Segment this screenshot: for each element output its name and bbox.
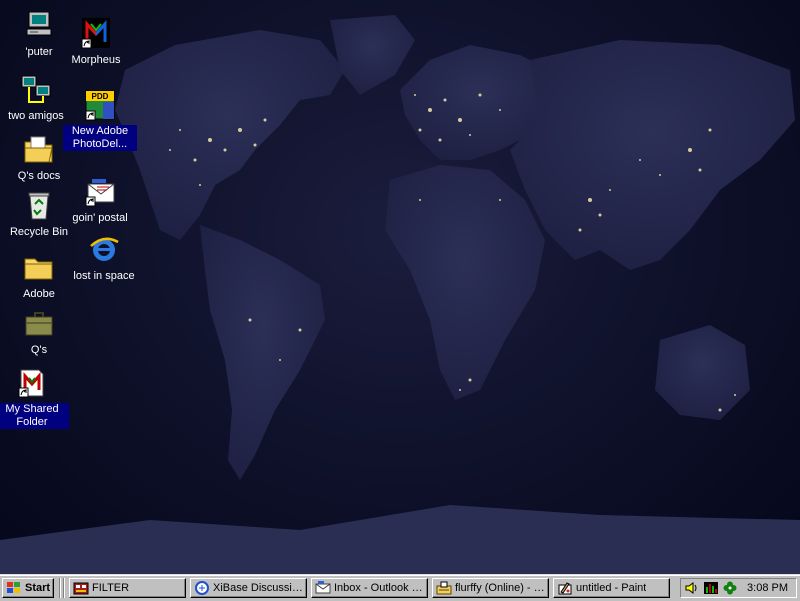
desktop-icon-label: 'puter: [25, 46, 53, 58]
internet-explorer-icon: [87, 232, 121, 266]
desktop-icon-label: My Shared Folder: [0, 403, 69, 429]
task-button-messenger[interactable]: flurffy (Online) - M...: [432, 578, 549, 598]
task-button-inbox-outlook[interactable]: Inbox - Outlook E...: [311, 578, 428, 598]
taskbar: Start FILTER XiBase Discussio... Inbox -…: [0, 574, 800, 601]
task-button-filter[interactable]: FILTER: [69, 578, 186, 598]
desktop-icon-label: Adobe: [23, 288, 55, 300]
taskbar-separator: [59, 578, 61, 598]
desktop-icon-label: lost in space: [73, 270, 135, 282]
clock[interactable]: 3:08 PM: [747, 582, 788, 594]
antarctica-landmass: [0, 505, 800, 574]
desktop-icon-label: two amigos: [8, 110, 64, 122]
desktop-icon-label: goin' postal: [72, 212, 128, 224]
desktop-icon-my-shared-folder[interactable]: My Shared Folder: [0, 366, 69, 430]
folder-documents-icon: [22, 132, 56, 166]
south-america-landmass: [200, 225, 325, 480]
desktop-icon-lost-in-space[interactable]: lost in space: [67, 232, 141, 284]
task-label: XiBase Discussio...: [213, 582, 306, 594]
network-activity-icon[interactable]: [703, 580, 719, 596]
filter-app-icon: [73, 580, 89, 596]
network-neighborhood-icon: [19, 72, 53, 106]
folder-icon: [22, 250, 56, 284]
outlook-inbox-icon: [315, 580, 331, 596]
xibase-icon: [194, 580, 210, 596]
task-button-paint[interactable]: untitled - Paint: [553, 578, 670, 598]
desktop-icon-label: Morpheus: [71, 54, 121, 66]
my-computer-icon: [22, 8, 56, 42]
australia-landmass: [655, 325, 750, 420]
world-at-night-wallpaper: [0, 15, 800, 574]
clover-icon[interactable]: [722, 580, 738, 596]
africa-landmass: [385, 165, 545, 400]
outlook-express-shortcut-icon: [83, 174, 117, 208]
start-label: Start: [25, 582, 51, 594]
task-label: flurffy (Online) - M...: [455, 582, 548, 594]
desktop[interactable]: 'puter two amigos Q's docs Recycle Bin A…: [0, 0, 800, 574]
desktop-icon-label: Recycle Bin: [9, 226, 69, 238]
recycle-bin-icon: [22, 188, 56, 222]
task-label: FILTER: [92, 582, 130, 594]
north-america-landmass: [115, 30, 345, 240]
desktop-icon-goin-postal[interactable]: goin' postal: [63, 174, 137, 226]
taskbar-separator: [63, 578, 65, 598]
start-button[interactable]: Start: [2, 578, 54, 598]
volume-icon[interactable]: [684, 580, 700, 596]
task-button-xibase[interactable]: XiBase Discussio...: [190, 578, 307, 598]
svg-text:PDD: PDD: [92, 92, 109, 101]
paint-icon: [557, 580, 573, 596]
asia-landmass: [510, 40, 795, 270]
desktop-icon-qs[interactable]: Q's: [2, 306, 76, 358]
task-label: untitled - Paint: [576, 582, 647, 594]
briefcase-icon: [22, 306, 56, 340]
windows-logo-icon: [6, 580, 22, 596]
desktop-icon-label: New Adobe PhotoDel...: [63, 125, 137, 151]
desktop-icon-label: Q's: [30, 344, 48, 356]
pdd-shortcut-icon: PDD: [83, 88, 117, 122]
desktop-icon-new-adobe-photodeluxe[interactable]: PDD New Adobe PhotoDel...: [63, 88, 137, 152]
shared-folder-shortcut-icon: [15, 366, 49, 400]
desktop-icon-morpheus[interactable]: Morpheus: [59, 16, 133, 68]
greenland-landmass: [330, 15, 415, 95]
messenger-icon: [436, 580, 452, 596]
morpheus-shortcut-icon: [79, 16, 113, 50]
task-label: Inbox - Outlook E...: [334, 582, 427, 594]
system-tray: 3:08 PM: [680, 578, 797, 598]
desktop-icon-label: Q's docs: [17, 170, 61, 182]
desktop-icon-adobe[interactable]: Adobe: [2, 250, 76, 302]
